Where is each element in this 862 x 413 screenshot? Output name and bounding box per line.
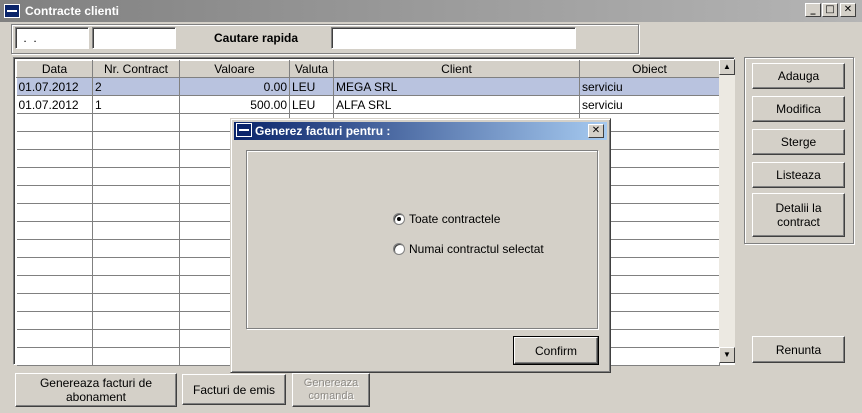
column-header-nr-contract[interactable]: Nr. Contract	[92, 60, 180, 78]
table-cell-data	[16, 185, 93, 204]
dialog-options-group: Toate contractele Numai contractul selec…	[246, 150, 598, 329]
table-cell-obiect: serviciu	[579, 95, 720, 114]
table-cell-nr	[92, 167, 180, 186]
modify-button[interactable]: Modifica	[752, 96, 845, 122]
confirm-button[interactable]: Confirm	[514, 337, 598, 364]
add-button[interactable]: Adauga	[752, 63, 845, 89]
generate-subscription-invoices-button[interactable]: Genereaza facturi de abonament	[15, 373, 177, 407]
close-button[interactable]: ✕	[840, 3, 856, 17]
option-selected-contract-label: Numai contractul selectat	[409, 242, 544, 256]
table-cell-data	[16, 131, 93, 150]
quick-search-label: Cautare rapida	[214, 31, 299, 45]
table-cell-valuta: LEU	[289, 95, 334, 114]
column-header-data[interactable]: Data	[16, 60, 93, 78]
table-scrollbar[interactable]: ▲ ▼	[719, 59, 735, 363]
table-cell-valoare: 0.00	[179, 77, 290, 96]
generate-order-label: Genereaza comanda	[303, 377, 359, 402]
option-selected-contract[interactable]: Numai contractul selectat	[393, 242, 544, 256]
generate-order-button[interactable]: Genereaza comanda	[292, 373, 370, 407]
table-cell-data: 01.07.2012	[16, 95, 93, 114]
table-cell-data	[16, 203, 93, 222]
table-cell-data	[16, 347, 93, 366]
dialog-close-button[interactable]: ✕	[588, 124, 604, 138]
column-header-client[interactable]: Client	[333, 60, 580, 78]
add-button-label: Adauga	[777, 69, 820, 83]
quick-search-input[interactable]	[332, 28, 575, 48]
list-button[interactable]: Listeaza	[752, 162, 845, 188]
dialog-title-bar[interactable]: Generez facturi pentru : ✕	[234, 122, 607, 140]
app-icon	[4, 4, 20, 18]
column-header-valoare[interactable]: Valoare	[179, 60, 290, 78]
table-cell-nr	[92, 113, 180, 132]
minimize-button[interactable]: _	[805, 3, 821, 17]
table-row[interactable]: 01.07.2012 1 500.00 LEU ALFA SRL serviciu	[16, 95, 720, 114]
invoices-to-issue-label: Facturi de emis	[192, 382, 276, 397]
table-cell-data: 01.07.2012	[16, 77, 93, 96]
table-cell-nr	[92, 239, 180, 258]
table-cell-data	[16, 257, 93, 276]
table-cell-obiect: serviciu	[579, 77, 720, 96]
table-cell-nr	[92, 185, 180, 204]
invoices-to-issue-button[interactable]: Facturi de emis	[182, 374, 286, 405]
table-cell-nr	[92, 149, 180, 168]
column-header-obiect[interactable]: Obiect	[579, 60, 720, 78]
quick-search-field[interactable]	[331, 27, 576, 49]
date-filter-input[interactable]	[16, 28, 88, 48]
table-cell-nr	[92, 221, 180, 240]
table-cell-data	[16, 239, 93, 258]
table-cell-valoare: 500.00	[179, 95, 290, 114]
table-cell-nr	[92, 257, 180, 276]
option-all-contracts[interactable]: Toate contractele	[393, 212, 500, 226]
table-cell-nr	[92, 311, 180, 330]
list-button-label: Listeaza	[776, 168, 821, 182]
confirm-button-label: Confirm	[534, 343, 577, 358]
generate-invoices-dialog: Generez facturi pentru : ✕ Toate contrac…	[230, 118, 611, 373]
table-cell-nr	[92, 329, 180, 348]
modify-button-label: Modifica	[776, 102, 821, 116]
delete-button[interactable]: Sterge	[752, 129, 845, 155]
table-cell-data	[16, 293, 93, 312]
table-cell-data	[16, 329, 93, 348]
table-header-row: Data Nr. Contract Valoare Valuta Client …	[16, 60, 720, 78]
table-cell-client: ALFA SRL	[333, 95, 580, 114]
table-cell-client: MEGA SRL	[333, 77, 580, 96]
table-cell-data	[16, 311, 93, 330]
table-cell-data	[16, 149, 93, 168]
scroll-down-button[interactable]: ▼	[719, 347, 735, 363]
scroll-up-button[interactable]: ▲	[719, 59, 735, 75]
option-all-contracts-radio[interactable]	[393, 213, 405, 225]
date-filter-field[interactable]	[15, 27, 89, 49]
column-header-valuta[interactable]: Valuta	[289, 60, 334, 78]
number-filter-input[interactable]	[93, 28, 175, 48]
window-title-bar[interactable]: Contracte clienti _ □ ✕	[0, 0, 862, 22]
maximize-button[interactable]: □	[822, 3, 838, 17]
table-cell-nr	[92, 203, 180, 222]
cancel-button-label: Renunta	[775, 342, 822, 357]
delete-button-label: Sterge	[780, 135, 817, 149]
number-filter-field[interactable]	[92, 27, 176, 49]
table-cell-nr	[92, 293, 180, 312]
table-row[interactable]: 01.07.2012 2 0.00 LEU MEGA SRL serviciu	[16, 77, 720, 96]
dialog-app-icon	[236, 123, 252, 137]
table-cell-nr	[92, 131, 180, 150]
table-cell-nr	[92, 347, 180, 366]
generate-subscription-invoices-label: Genereaza facturi de abonament	[39, 376, 153, 404]
table-cell-data	[16, 221, 93, 240]
table-cell-data	[16, 275, 93, 294]
table-cell-nr	[92, 275, 180, 294]
option-selected-contract-radio[interactable]	[393, 243, 405, 255]
table-cell-valuta: LEU	[289, 77, 334, 96]
contract-details-button[interactable]: Detalii la contract	[752, 193, 845, 237]
table-cell-data	[16, 113, 93, 132]
dialog-title: Generez facturi pentru :	[255, 124, 391, 138]
table-cell-data	[16, 167, 93, 186]
window-title: Contracte clienti	[25, 4, 120, 18]
table-cell-nr: 2	[92, 77, 180, 96]
option-all-contracts-label: Toate contractele	[409, 212, 501, 226]
contract-details-button-label: Detalii la contract	[775, 201, 822, 229]
cancel-button[interactable]: Renunta	[752, 336, 845, 363]
table-cell-nr: 1	[92, 95, 180, 114]
